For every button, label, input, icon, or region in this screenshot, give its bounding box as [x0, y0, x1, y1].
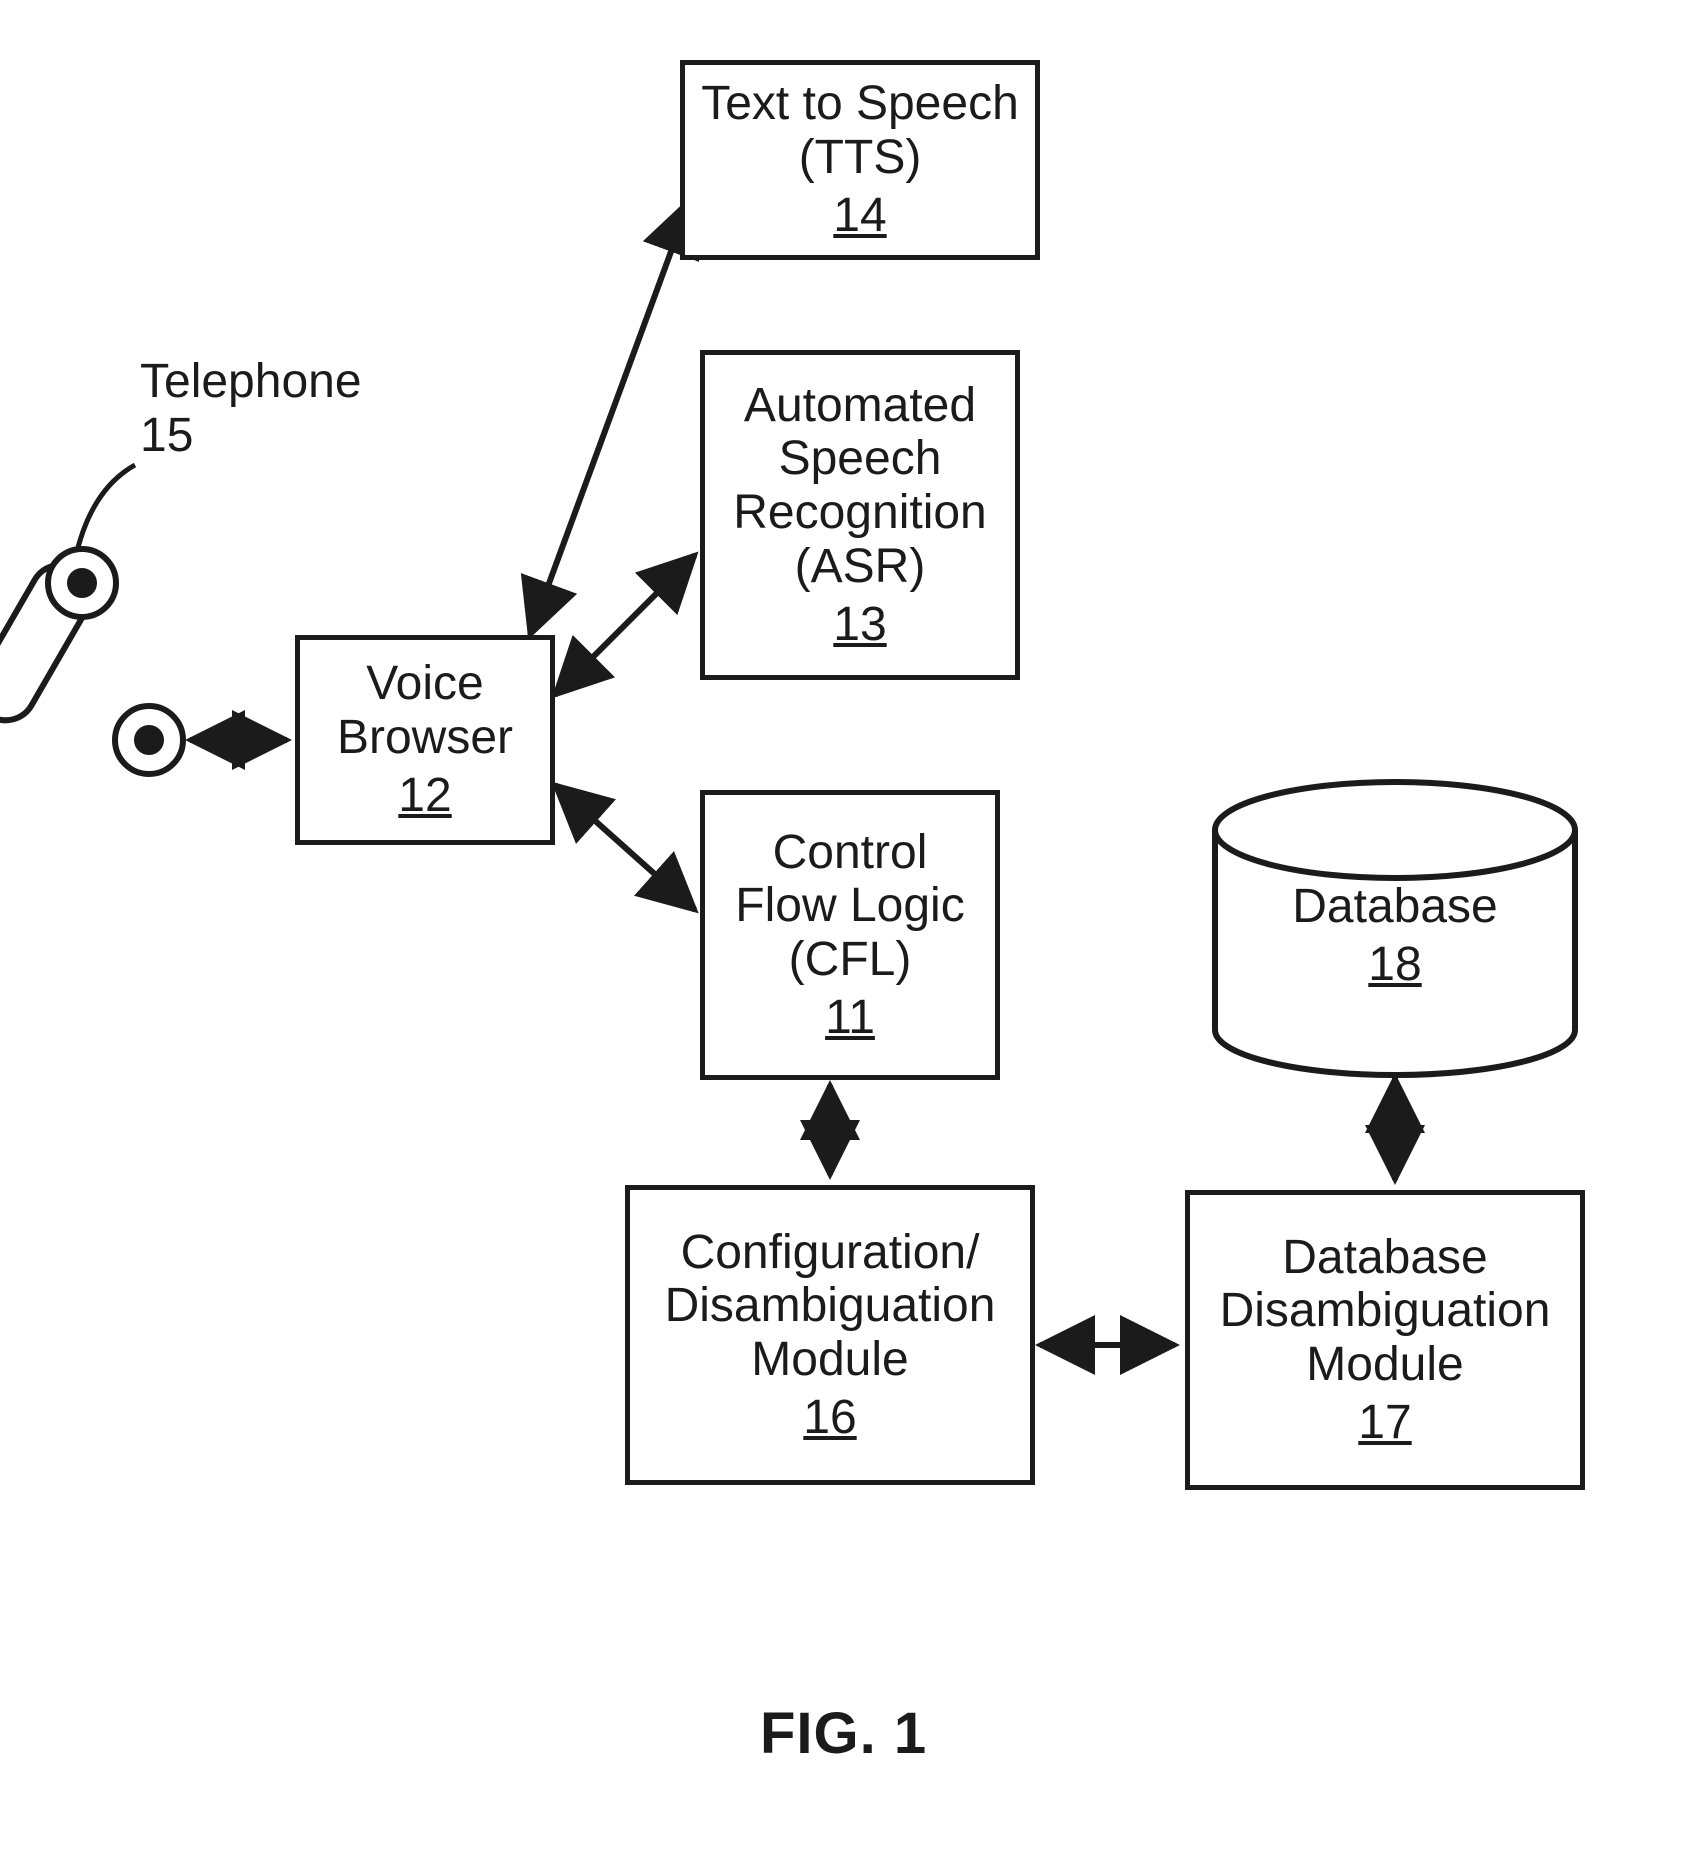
asr-line1: Automated	[744, 379, 976, 433]
db-line1: Database	[1215, 880, 1575, 934]
voice-browser-line2: Browser	[337, 711, 513, 765]
cfg-line1: Configuration/	[681, 1226, 980, 1280]
cfg-box: Configuration/ Disambiguation Module 16	[625, 1185, 1035, 1485]
cfg-line2: Disambiguation	[665, 1279, 996, 1333]
tts-line1: Text to Speech	[701, 77, 1019, 131]
figure-caption: FIG. 1	[760, 1700, 927, 1767]
arrow-voicebrowser-cfl	[555, 785, 695, 910]
voice-browser-box: Voice Browser 12	[295, 635, 555, 845]
tts-line2: (TTS)	[799, 131, 922, 185]
ddm-line3: Module	[1306, 1338, 1463, 1392]
asr-box: Automated Speech Recognition (ASR) 13	[700, 350, 1020, 680]
arrow-voicebrowser-asr	[555, 555, 695, 695]
voice-browser-num: 12	[398, 769, 451, 823]
ddm-num: 17	[1358, 1396, 1411, 1450]
telephone-label: Telephone 15	[140, 355, 362, 463]
tts-box: Text to Speech (TTS) 14	[680, 60, 1040, 260]
telephone-icon	[0, 465, 183, 774]
cfl-line3: (CFL)	[789, 933, 912, 987]
cfg-line3: Module	[751, 1333, 908, 1387]
asr-line3: Recognition	[733, 486, 987, 540]
ddm-line2: Disambiguation	[1220, 1284, 1551, 1338]
voice-browser-line1: Voice	[366, 657, 483, 711]
asr-num: 13	[833, 598, 886, 652]
cfl-line1: Control	[773, 826, 928, 880]
cfl-num: 11	[825, 991, 875, 1045]
diagram-stage: Telephone 15 Voice Browser 12 Text to Sp…	[0, 0, 1704, 1867]
asr-line2: Speech	[779, 432, 942, 486]
db-label: Database 18	[1215, 880, 1575, 992]
telephone-label-num: 15	[140, 409, 362, 463]
telephone-label-text: Telephone	[140, 355, 362, 409]
cfg-num: 16	[803, 1391, 856, 1445]
arrow-voicebrowser-tts	[530, 200, 690, 635]
cfl-line2: Flow Logic	[735, 879, 964, 933]
db-num: 18	[1368, 938, 1421, 992]
cfl-box: Control Flow Logic (CFL) 11	[700, 790, 1000, 1080]
tts-num: 14	[833, 189, 886, 243]
ddm-line1: Database	[1282, 1231, 1487, 1285]
ddm-box: Database Disambiguation Module 17	[1185, 1190, 1585, 1490]
asr-line4: (ASR)	[795, 540, 926, 594]
